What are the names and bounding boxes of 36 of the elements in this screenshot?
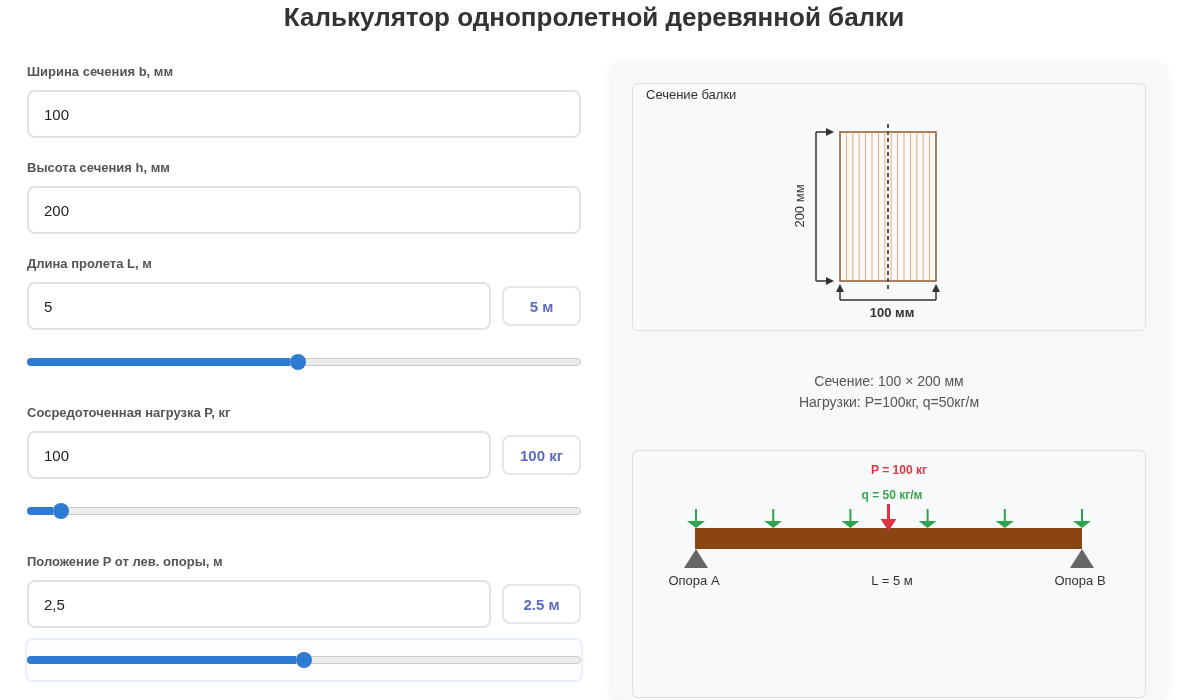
- page-title: Калькулятор однопролетной деревянной балки: [282, 1, 906, 34]
- text-input[interactable]: 100: [27, 431, 491, 479]
- text-input[interactable]: 2,5: [27, 580, 491, 628]
- down-arrow-icon: [880, 504, 897, 531]
- down-arrow-icon: [995, 508, 1014, 528]
- down-arrow-icon: [687, 508, 705, 528]
- support-icon: [684, 549, 708, 568]
- load-label: q = 50 кг/м: [861, 488, 923, 502]
- card-title: Сечение балки: [645, 86, 737, 104]
- support-label: Опора A: [668, 572, 720, 588]
- summary-text: Нагрузки: P=100кг, q=50кг/м: [798, 393, 980, 412]
- summary-text: Сечение: 100 × 200 мм: [814, 372, 964, 391]
- text-input[interactable]: 200: [27, 186, 581, 234]
- field-label: Положение P от лев. опоры, м: [27, 553, 223, 571]
- down-arrow-icon: [1073, 508, 1091, 528]
- span-label: L = 5 м: [871, 572, 913, 588]
- support-icon: [1070, 549, 1094, 568]
- load-label: P = 100 кг: [871, 463, 927, 477]
- field-label: Высота сечения h, мм: [27, 159, 170, 177]
- dimension-label: 200 мм: [791, 184, 807, 228]
- field-label: Длина пролета L, м: [27, 255, 152, 273]
- slider-thumb[interactable]: [53, 503, 70, 519]
- down-arrow-icon: [918, 508, 937, 528]
- slider-thumb[interactable]: [290, 354, 307, 370]
- down-arrow-icon: [841, 508, 860, 528]
- value-badge: 5 м: [502, 286, 581, 326]
- down-arrow-icon: [764, 508, 783, 528]
- field-label: Сосредоточенная нагрузка P, кг: [27, 404, 231, 422]
- field-label: Ширина сечения b, мм: [27, 63, 174, 81]
- value-badge: 100 кг: [502, 435, 581, 475]
- dimension-label: 100 мм: [869, 304, 915, 320]
- support-label: Опора B: [1054, 572, 1106, 588]
- text-input[interactable]: 100: [27, 90, 581, 138]
- value-badge: 2.5 м: [502, 584, 581, 624]
- text-input[interactable]: 5: [27, 282, 491, 330]
- slider-thumb[interactable]: [296, 652, 312, 668]
